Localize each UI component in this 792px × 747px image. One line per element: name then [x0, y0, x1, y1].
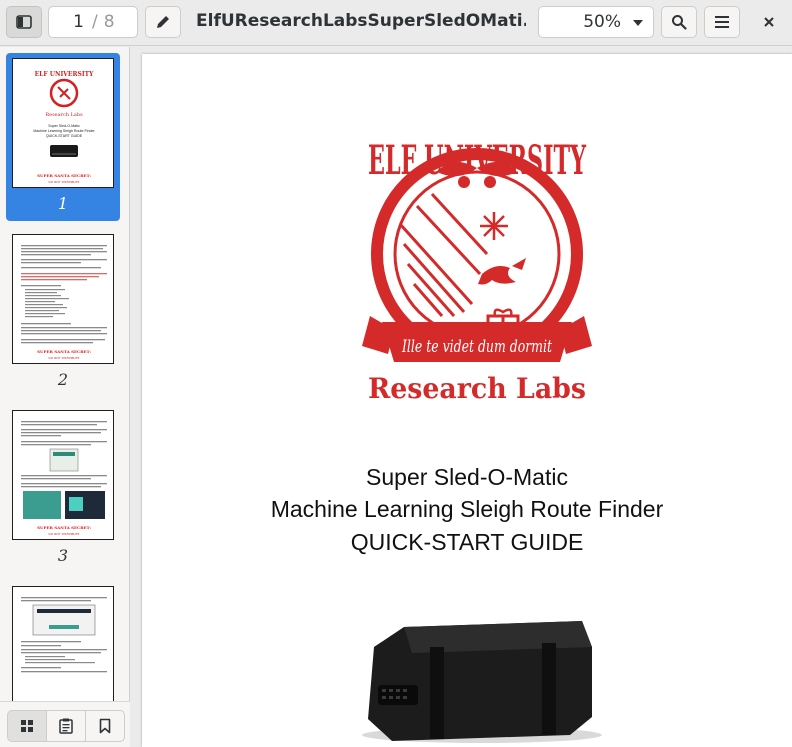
- page-separator: /: [92, 12, 98, 32]
- zoom-value: 50%: [583, 12, 621, 32]
- header-bar: 1 / 8 ElfUResearchLabsSuperSledOMati... …: [0, 0, 792, 46]
- grid-view-icon: [21, 720, 33, 732]
- thumb1-line3: QUICK-START GUIDE: [46, 134, 83, 138]
- thumb2-footer1: SUPER SANTA SECRET:: [37, 349, 91, 354]
- page-3-preview: SUPER SANTA SECRET: DO NOT DISTRIBUTE: [21, 421, 107, 536]
- close-button[interactable]: [754, 6, 784, 38]
- thumbnails-mode-button[interactable]: [7, 710, 47, 742]
- sled-o-matic-device-image: [362, 621, 602, 743]
- search-button[interactable]: [661, 6, 697, 38]
- sidebar-toggle-icon: [16, 15, 32, 29]
- title-line-2: Machine Learning Sleigh Route Finder: [270, 496, 664, 522]
- thumb2-footer2: DO NOT DISTRIBUTE: [49, 356, 80, 360]
- hamburger-menu-icon: [715, 16, 729, 28]
- thumbnail-number: 2: [57, 370, 69, 389]
- total-pages: 8: [103, 12, 115, 32]
- sidebar-mode-switcher: [0, 701, 130, 747]
- thumbnail-page-1: ELF UNIVERSITY Research Labs Super Sled-…: [12, 58, 114, 188]
- thumbnail-page-4: SUPER SANTA SECRET:: [12, 586, 114, 716]
- annotations-mode-button[interactable]: [46, 710, 86, 742]
- thumbnail-item-3[interactable]: SUPER SANTA SECRET: DO NOT DISTRIBUTE 3: [6, 405, 120, 573]
- thumb1-footer1: SUPER SANTA SECRET:: [37, 173, 91, 178]
- document-page: ELF UNIVERSITY Ille te videt dum dormit …: [142, 54, 792, 747]
- thumbnail-number: 1: [57, 194, 69, 213]
- thumbnail-page-2: SUPER SANTA SECRET: DO NOT DISTRIBUTE: [12, 234, 114, 364]
- bookmarks-mode-button[interactable]: [85, 710, 125, 742]
- title-line-3: QUICK-START GUIDE: [350, 529, 584, 555]
- logo-bottom-text: Research Labs: [368, 372, 586, 405]
- main-menu-button[interactable]: [704, 6, 740, 38]
- zoom-select[interactable]: 50%: [538, 6, 654, 38]
- thumbnail-item-1[interactable]: ELF UNIVERSITY Research Labs Super Sled-…: [6, 53, 120, 221]
- thumb1-footer2: DO NOT DISTRIBUTE: [49, 180, 80, 184]
- thumb1-logo-top: ELF UNIVERSITY: [35, 71, 94, 78]
- title-line-1: Super Sled-O-Matic: [366, 464, 568, 490]
- page-4-preview: SUPER SANTA SECRET:: [21, 597, 107, 706]
- annotations-icon: [59, 718, 73, 734]
- thumbnail-sidebar: ELF UNIVERSITY Research Labs Super Sled-…: [0, 47, 130, 747]
- chevron-down-icon: [633, 20, 643, 26]
- document-title: ElfUResearchLabsSuperSledOMati...: [196, 11, 526, 31]
- elf-university-logo: ELF UNIVERSITY Ille te videt dum dormit …: [362, 137, 592, 405]
- bookmark-icon: [99, 718, 111, 734]
- sidebar-toggle-button[interactable]: [6, 6, 42, 38]
- logo-motto: Ille te videt dum dormit: [401, 337, 552, 357]
- thumb3-footer2: DO NOT DISTRIBUTE: [49, 532, 80, 536]
- thumbnail-number: 3: [57, 546, 69, 565]
- thumb1-line1: Super Sled-O-Matic: [48, 124, 80, 128]
- thumb1-line2: Machine Learning Sleigh Route Finder: [33, 129, 95, 133]
- page-number-entry[interactable]: 1 / 8: [48, 6, 138, 38]
- thumbnail-item-2[interactable]: SUPER SANTA SECRET: DO NOT DISTRIBUTE 2: [6, 229, 120, 397]
- thumb3-footer1: SUPER SANTA SECRET:: [37, 525, 91, 530]
- current-page-value[interactable]: 1: [49, 12, 92, 32]
- annotate-button[interactable]: [145, 6, 181, 38]
- search-icon: [672, 15, 687, 30]
- page-1-preview: ELF UNIVERSITY Research Labs Super Sled-…: [33, 71, 95, 184]
- page-2-preview: SUPER SANTA SECRET: DO NOT DISTRIBUTE: [21, 245, 107, 360]
- thumb1-logo-bottom: Research Labs: [45, 112, 83, 118]
- close-icon: [764, 17, 774, 27]
- thumbnail-page-3: SUPER SANTA SECRET: DO NOT DISTRIBUTE: [12, 410, 114, 540]
- pencil-icon: [157, 16, 169, 28]
